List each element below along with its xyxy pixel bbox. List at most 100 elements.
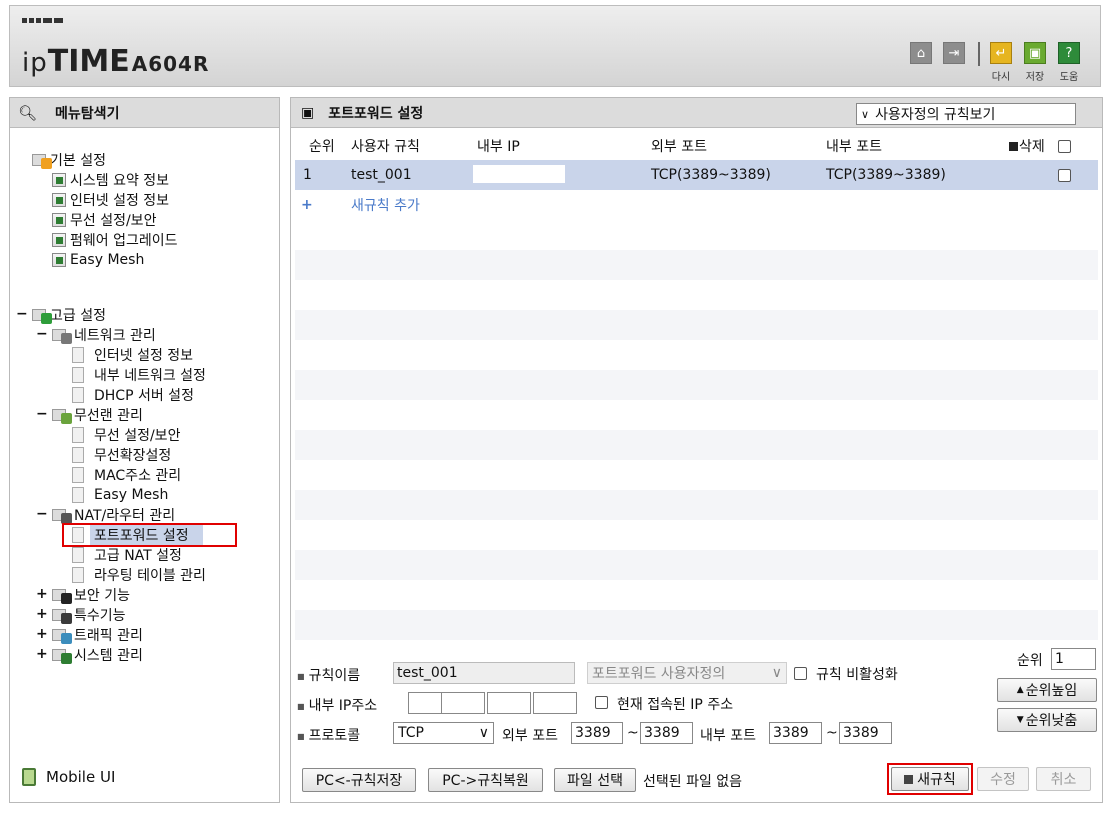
empty-row [295, 580, 1098, 610]
tree-system-management[interactable]: 시스템 관리 [52, 645, 143, 665]
table-header: 순위 사용자 규칙 내부 IP 외부 포트 내부 포트 삭제 [295, 132, 1098, 160]
pc-save-button[interactable]: PC<-규칙저장 [302, 768, 416, 792]
tilde: ~ [627, 725, 639, 741]
highlight-port-forward [62, 523, 237, 547]
tree-traffic-management[interactable]: 트래픽 관리 [52, 625, 143, 645]
rank-label: 순위 [1017, 653, 1043, 669]
tree-special-functions[interactable]: 특수기능 [52, 605, 126, 625]
tree-network-management[interactable]: 네트워크 관리 [52, 325, 156, 345]
expand-system-toggle[interactable]: + [36, 646, 48, 662]
collapse-network-toggle[interactable]: − [36, 326, 48, 342]
ip-octet-4[interactable] [533, 692, 577, 714]
sidebar-item-advanced-nat[interactable]: 고급 NAT 설정 [72, 545, 182, 565]
masked-ip [473, 165, 565, 183]
monitor-icon [52, 193, 66, 207]
menu-explorer: 🔍︎ 메뉴탐색기 기본 설정 시스템 요약 정보 인터넷 설정 정보 무선 설정… [9, 97, 280, 803]
empty-row [295, 250, 1098, 280]
chevron-down-icon: ∨ [861, 107, 870, 121]
sidebar-item-adv-wireless-security[interactable]: 무선 설정/보안 [72, 425, 180, 445]
internal-port-label: 내부 포트 [700, 728, 756, 744]
select-all-checkbox[interactable] [1058, 139, 1071, 153]
internal-port-to-input[interactable]: 3389 [839, 722, 892, 744]
current-ip-label: 현재 접속된 IP 주소 [617, 697, 734, 713]
ip-octet-2[interactable] [441, 692, 485, 714]
internal-ip-label: ■ 내부 IP주소 [297, 698, 378, 714]
sidebar-item-internet-info[interactable]: 인터넷 설정 정보 [52, 190, 169, 210]
sidebar-item-system-summary[interactable]: 시스템 요약 정보 [52, 170, 169, 190]
magnifier-icon: 🔍︎ [18, 103, 38, 122]
rule-view-select[interactable]: ∨ 사용자정의 규칙보기 [856, 103, 1076, 125]
expand-security-toggle[interactable]: + [36, 586, 48, 602]
refresh-icon[interactable]: ↵ [990, 42, 1012, 64]
tree-basic-settings[interactable]: 기본 설정 [32, 150, 106, 170]
tree-security[interactable]: 보안 기능 [52, 585, 130, 605]
protocol-select[interactable]: TCP ∨ [393, 722, 494, 744]
folder-icon [32, 309, 52, 324]
sidebar-item-routing-table[interactable]: 라우팅 테이블 관리 [72, 565, 206, 585]
rule-name-input[interactable]: test_001 [393, 662, 575, 684]
disable-rule-checkbox[interactable] [794, 667, 807, 680]
wifi-folder-icon [52, 409, 72, 424]
collapse-nat-toggle[interactable]: − [36, 506, 48, 522]
home-icon[interactable]: ⌂ [910, 42, 932, 64]
ip-octet-3[interactable] [487, 692, 531, 714]
rules-table: 순위 사용자 규칙 내부 IP 외부 포트 내부 포트 삭제 1 test_00… [295, 132, 1098, 640]
save-icon[interactable]: ▣ [1024, 42, 1046, 64]
current-ip-checkbox[interactable] [595, 696, 608, 709]
sidebar-title: 메뉴탐색기 [55, 105, 120, 122]
page-icon [72, 547, 84, 563]
app-header: ipTIME A604R ⌂ ⇥ ↵ ▣ ? 다시 저장 도움 [9, 5, 1101, 87]
tree-nat-router-management[interactable]: NAT/라우터 관리 [52, 505, 175, 525]
expand-special-toggle[interactable]: + [36, 606, 48, 622]
collapse-wireless-toggle[interactable]: − [36, 406, 48, 422]
external-port-label: 외부 포트 [502, 728, 558, 744]
page-title: 포트포워드 설정 [328, 105, 424, 122]
lock-icon [52, 589, 72, 604]
special-folder-icon [52, 609, 72, 624]
table-row[interactable]: 1 test_001 TCP(3389~3389) TCP(3389~3389) [295, 160, 1098, 190]
expand-traffic-toggle[interactable]: + [36, 626, 48, 642]
logout-icon[interactable]: ⇥ [943, 42, 965, 64]
sidebar-item-internal-network[interactable]: 내부 네트워크 설정 [72, 365, 206, 385]
internal-port-from-input[interactable]: 3389 [769, 722, 822, 744]
empty-row [295, 460, 1098, 490]
sidebar-item-firmware[interactable]: 펌웨어 업그레이드 [52, 230, 178, 250]
cancel-button[interactable]: 취소 [1036, 767, 1091, 791]
rank-down-button[interactable]: ▼ 순위낮춤 [997, 708, 1097, 732]
sidebar-item-easy-mesh[interactable]: Easy Mesh [52, 250, 144, 270]
pc-restore-button[interactable]: PC->규칙복원 [428, 768, 543, 792]
page-icon [72, 567, 84, 583]
tree-advanced-settings[interactable]: 고급 설정 [32, 305, 106, 325]
sidebar-item-mac-address[interactable]: MAC주소 관리 [72, 465, 181, 485]
rank-input[interactable]: 1 [1051, 648, 1096, 670]
collapse-advanced-toggle[interactable]: − [16, 306, 28, 322]
sidebar-item-adv-easy-mesh[interactable]: Easy Mesh [72, 485, 168, 505]
window-icon: ▣ [301, 104, 315, 121]
tilde: ~ [826, 725, 838, 741]
row-delete-checkbox[interactable] [1058, 168, 1071, 182]
sidebar-item-adv-internet-info[interactable]: 인터넷 설정 정보 [72, 345, 193, 365]
external-port-from-input[interactable]: 3389 [571, 722, 623, 744]
upgrade-icon [52, 233, 66, 247]
plus-icon: + [301, 197, 313, 213]
sidebar-item-dhcp-server[interactable]: DHCP 서버 설정 [72, 385, 194, 405]
traffic-folder-icon [52, 629, 72, 644]
empty-row [295, 490, 1098, 520]
modify-button[interactable]: 수정 [977, 767, 1029, 791]
help-icon[interactable]: ? [1058, 42, 1080, 64]
sidebar-item-wireless-security[interactable]: 무선 설정/보안 [52, 210, 156, 230]
add-rule-row[interactable]: + 새규칙 추가 [295, 190, 1098, 220]
mobile-ui-link[interactable]: Mobile UI [22, 768, 115, 786]
tree-wireless-management[interactable]: 무선랜 관리 [52, 405, 143, 425]
rule-edit-form: ■ 규칙이름 test_001 포트포워드 사용자정의 ∨ 규칙 비활성화 순위 1… [291, 648, 1102, 795]
empty-row [295, 610, 1098, 640]
page-icon [72, 387, 84, 403]
preset-select[interactable]: 포트포워드 사용자정의 ∨ [587, 662, 787, 684]
external-port-to-input[interactable]: 3389 [640, 722, 693, 744]
empty-row [295, 550, 1098, 580]
rank-up-button[interactable]: ▲ 순위높임 [997, 678, 1097, 702]
rule-name-label: ■ 규칙이름 [297, 668, 361, 684]
port-forward-panel: ▣ 포트포워드 설정 ∨ 사용자정의 규칙보기 순위 사용자 규칙 내부 IP … [290, 97, 1103, 803]
file-select-button[interactable]: 파일 선택 [554, 768, 636, 792]
sidebar-item-wireless-extension[interactable]: 무선확장설정 [72, 445, 171, 465]
